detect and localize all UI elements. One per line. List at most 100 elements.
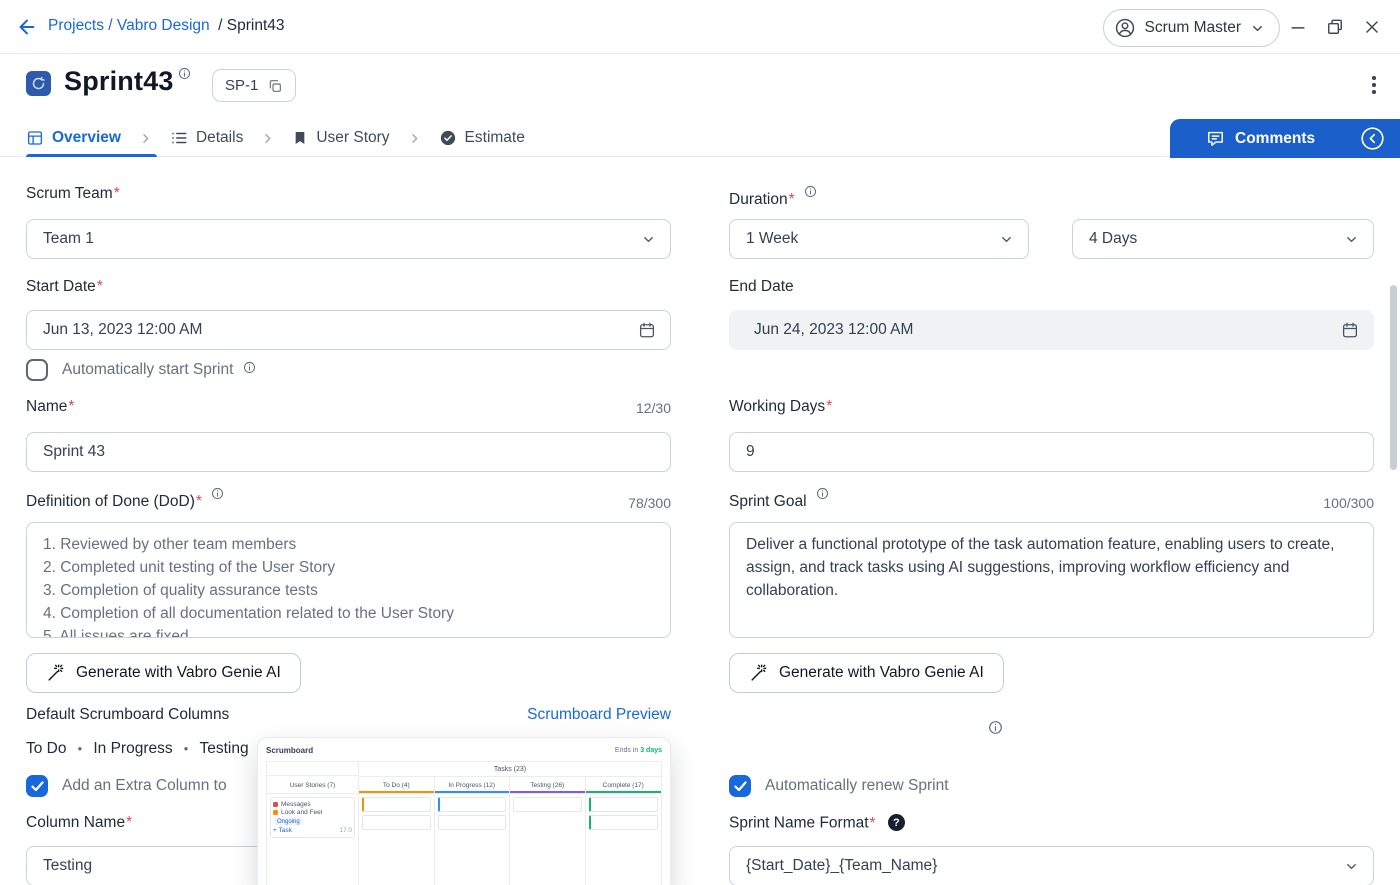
- role-selector[interactable]: Scrum Master: [1103, 9, 1280, 47]
- dod-textarea[interactable]: 1. Reviewed by other team members 2. Com…: [26, 522, 671, 638]
- tab-user-story[interactable]: User Story: [292, 129, 389, 147]
- name-counter: 12/30: [636, 400, 671, 416]
- info-icon[interactable]: [988, 720, 1003, 740]
- help-icon[interactable]: ?: [888, 814, 905, 831]
- chevron-down-icon: [641, 232, 656, 247]
- end-date-input: Jun 24, 2023 12:00 AM: [729, 310, 1374, 350]
- start-date-label: Start Date*: [26, 278, 103, 296]
- preview-ends-in: Ends in 3 days: [615, 747, 662, 754]
- chevron-down-icon: [1250, 21, 1265, 36]
- scrumboard-columns-list: To Do ● In Progress ● Testing: [26, 740, 249, 758]
- top-bar: Projects / Vabro Design / Sprint43 Scrum…: [0, 0, 1400, 54]
- minimize-button[interactable]: [1288, 17, 1308, 37]
- comments-panel-button[interactable]: Comments: [1170, 119, 1400, 158]
- preview-todo-cell: [359, 794, 435, 885]
- sprint-goal-textarea[interactable]: Deliver a functional prototype of the ta…: [729, 522, 1374, 638]
- default-columns-label: Default Scrumboard Columns: [26, 706, 229, 724]
- sprint-id-label: SP-1: [225, 77, 258, 94]
- info-icon[interactable]: [211, 487, 224, 504]
- duration-week-value: 1 Week: [746, 230, 798, 248]
- tab-details-label: Details: [196, 129, 243, 147]
- end-date-value: Jun 24, 2023 12:00 AM: [754, 321, 913, 339]
- preview-inprogress-cell: [435, 794, 511, 885]
- preview-tasks-header: Tasks (23): [359, 762, 661, 777]
- preview-col-inprogress: In Progress (12): [435, 777, 511, 794]
- calendar-icon: [1341, 321, 1359, 339]
- user-circle-icon: [1114, 17, 1136, 39]
- working-days-input[interactable]: [729, 432, 1374, 472]
- tab-details[interactable]: Details: [170, 129, 243, 147]
- info-icon[interactable]: [243, 361, 256, 379]
- sprint-id-badge[interactable]: SP-1: [212, 69, 296, 102]
- renew-sprint-label: Automatically renew Sprint: [765, 777, 949, 795]
- default-columns-row: Default Scrumboard Columns Scrumboard Pr…: [26, 706, 671, 724]
- name-input[interactable]: [26, 432, 671, 472]
- collapse-panel-icon[interactable]: [1359, 125, 1386, 152]
- start-date-input[interactable]: Jun 13, 2023 12:00 AM: [26, 310, 671, 350]
- restore-window-button[interactable]: [1325, 17, 1345, 37]
- tab-overview[interactable]: Overview: [26, 129, 121, 147]
- column-todo: To Do: [26, 740, 67, 758]
- close-window-button[interactable]: [1362, 17, 1382, 37]
- column-inprogress: In Progress: [93, 740, 172, 758]
- auto-start-row: Automatically start Sprint: [26, 359, 256, 381]
- tab-overview-label: Overview: [52, 129, 121, 147]
- chevron-down-icon: [999, 232, 1014, 247]
- scrumboard-preview-card: Scrumboard Ends in 3 days Tasks (23) Use…: [257, 737, 671, 885]
- name-label-row: Name* 12/30: [26, 398, 671, 416]
- check-circle-icon: [439, 129, 457, 147]
- more-options-button[interactable]: [1362, 72, 1386, 98]
- comments-label: Comments: [1235, 130, 1315, 148]
- info-icon[interactable]: [816, 487, 829, 504]
- back-arrow-icon[interactable]: [16, 16, 38, 43]
- name-label: Name*: [26, 398, 74, 416]
- tab-bar: Overview Details User Story: [0, 119, 1400, 157]
- calendar-icon[interactable]: [638, 321, 656, 339]
- dod-label-row: Definition of Done (DoD)* 78/300: [26, 487, 671, 511]
- duration-week-select[interactable]: 1 Week: [729, 219, 1029, 259]
- tab-estimate-label: Estimate: [465, 129, 525, 147]
- preview-stories-cell: Messages Look and Feel Ongoing + Task 17…: [267, 794, 359, 885]
- working-days-label: Working Days*: [729, 398, 832, 416]
- tab-user-story-label: User Story: [316, 129, 389, 147]
- vertical-scrollbar[interactable]: [1390, 285, 1397, 470]
- extra-column-label: Add an Extra Column to: [62, 777, 227, 795]
- auto-start-label: Automatically start Sprint: [62, 361, 233, 379]
- generate-ai-button-right[interactable]: Generate with Vabro Genie AI: [729, 653, 1004, 693]
- tab-estimate[interactable]: Estimate: [439, 129, 525, 147]
- bookmark-icon: [292, 130, 308, 146]
- column-testing: Testing: [199, 740, 248, 758]
- preview-testing-cell: [510, 794, 586, 885]
- breadcrumb-current: / Sprint43: [218, 17, 284, 34]
- info-icon[interactable]: [804, 185, 817, 202]
- breadcrumb-links[interactable]: Projects / Vabro Design: [48, 17, 210, 34]
- sprint-name-format-value: {Start_Date}_{Team_Name}: [746, 857, 937, 875]
- renew-sprint-checkbox[interactable]: [729, 775, 751, 797]
- dod-counter: 78/300: [628, 495, 671, 511]
- title-info-icon[interactable]: [178, 67, 191, 85]
- scrumboard-preview-link[interactable]: Scrumboard Preview: [527, 706, 671, 724]
- sprint-name-format-label: Sprint Name Format* ?: [729, 814, 905, 833]
- auto-start-checkbox[interactable]: [26, 359, 48, 381]
- scrum-team-label: Scrum Team*: [26, 185, 120, 203]
- duration-label: Duration*: [729, 185, 817, 209]
- sprint-goal-label-row: Sprint Goal 100/300: [729, 487, 1374, 511]
- chevron-down-icon: [1344, 859, 1359, 874]
- chevron-right-icon: [261, 132, 274, 145]
- bullet-icon: ●: [184, 745, 189, 753]
- duration-days-select[interactable]: 4 Days: [1072, 219, 1374, 259]
- extra-column-checkbox[interactable]: [26, 775, 48, 797]
- details-list-icon: [170, 129, 188, 147]
- generate-ai-button-left[interactable]: Generate with Vabro Genie AI: [26, 653, 301, 693]
- bullet-icon: ●: [78, 745, 83, 753]
- scrum-team-value: Team 1: [43, 230, 94, 248]
- chevron-down-icon: [1344, 232, 1359, 247]
- role-label: Scrum Master: [1145, 19, 1241, 37]
- column-name-label: Column Name*: [26, 814, 132, 832]
- copy-icon[interactable]: [267, 78, 283, 94]
- comments-icon: [1206, 129, 1225, 148]
- preview-complete-cell: [586, 794, 662, 885]
- sprint-name-format-select[interactable]: {Start_Date}_{Team_Name}: [729, 846, 1374, 885]
- magic-wand-icon: [749, 664, 768, 683]
- scrum-team-select[interactable]: Team 1: [26, 219, 671, 259]
